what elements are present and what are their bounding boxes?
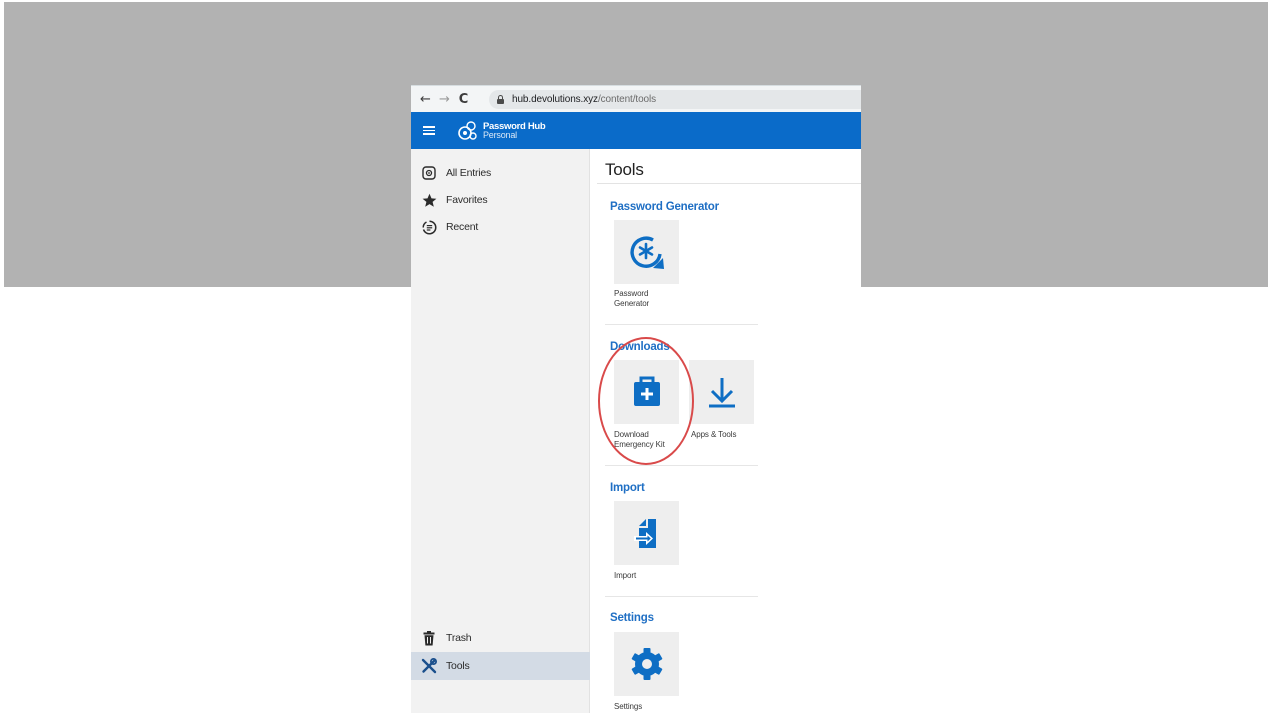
sidebar-item-tools[interactable]: Tools [411, 652, 590, 680]
highlight-circle-annotation [598, 337, 694, 465]
apps-and-tools-tile[interactable] [689, 360, 754, 424]
apps-and-tools-label: Apps & Tools [691, 430, 737, 439]
sidebar-item-recent[interactable]: Recent [411, 214, 590, 240]
sidebar-item-trash[interactable]: Trash [411, 625, 590, 651]
sidebar-item-label: Favorites [446, 194, 488, 206]
reload-button[interactable]: C [455, 89, 472, 109]
import-icon [633, 519, 656, 548]
tools-icon [421, 658, 437, 674]
browser-toolbar: ← → C hub.devolutions.xyz/content/tools [411, 85, 861, 112]
app-header: Password Hub Personal [411, 112, 861, 149]
sidebar-item-label: Tools [446, 660, 470, 672]
address-bar[interactable]: hub.devolutions.xyz/content/tools [489, 90, 861, 109]
brand-edition: Personal [483, 129, 517, 140]
settings-label: Settings [614, 702, 643, 711]
forward-button[interactable]: → [436, 89, 453, 109]
recent-icon [421, 219, 437, 235]
password-generator-tile[interactable] [614, 220, 679, 284]
sidebar-item-favorites[interactable]: Favorites [411, 187, 590, 213]
section-title-settings: Settings [610, 612, 654, 624]
brand: Password Hub Personal [483, 121, 546, 140]
password-hub-logo-icon [458, 120, 477, 140]
section-divider [605, 465, 758, 466]
section-title-import: Import [610, 482, 645, 494]
download-arrow-icon [708, 378, 735, 408]
lock-icon [497, 95, 504, 104]
url-text: hub.devolutions.xyz/content/tools [512, 94, 657, 105]
sidebar-item-label: Trash [446, 632, 472, 644]
section-divider [605, 596, 758, 597]
section-title-password-generator: Password Generator [610, 201, 719, 213]
trash-icon [421, 630, 437, 646]
star-icon [421, 192, 437, 208]
hamburger-menu-icon[interactable] [423, 126, 435, 135]
all-entries-icon [421, 165, 437, 181]
gear-icon [631, 648, 662, 680]
password-generator-icon [629, 236, 664, 269]
password-generator-label: Password Generator [614, 289, 650, 308]
back-button[interactable]: ← [417, 89, 434, 109]
sidebar-item-label: Recent [446, 221, 479, 233]
page-title: Tools [605, 160, 644, 179]
import-tile[interactable] [614, 501, 679, 565]
title-divider [597, 183, 861, 184]
section-divider [605, 324, 758, 325]
sidebar-item-all-entries[interactable]: All Entries [411, 160, 590, 186]
settings-tile[interactable] [614, 632, 679, 696]
sidebar-item-label: All Entries [446, 167, 492, 179]
sidebar: All Entries Favorites Recent Trash Tools [411, 149, 590, 713]
import-label: Import [614, 571, 637, 580]
